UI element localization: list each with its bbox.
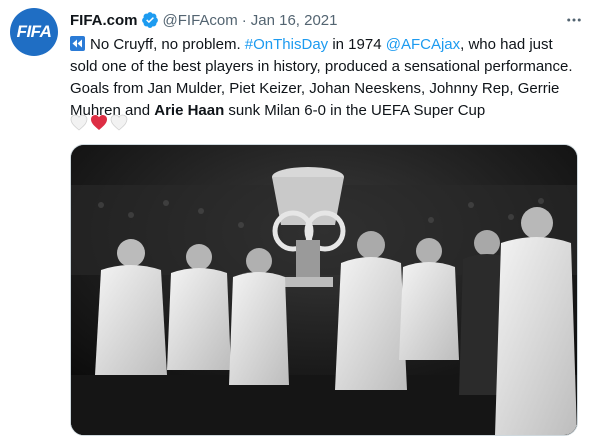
tweet-text-part-4: sunk Milan 6-0 in the UEFA Super Cup	[224, 102, 486, 119]
avatar[interactable]: FIFA	[10, 8, 58, 56]
white-heart-icon	[110, 114, 128, 131]
tweet[interactable]: FIFA FIFA.com @FIFAcom · Jan 16, 2021 No…	[0, 0, 598, 438]
photo-illustration	[71, 145, 577, 435]
avatar-text: FIFA	[16, 22, 52, 41]
tweet-photo[interactable]	[70, 144, 578, 436]
display-name[interactable]: FIFA.com	[70, 12, 138, 29]
tweet-text: No Cruyff, no problem. #OnThisDay in 197…	[70, 34, 580, 122]
rewind-emoji-icon	[70, 36, 85, 51]
tweet-header: FIFA.com @FIFAcom · Jan 16, 2021	[70, 10, 588, 30]
tweet-text-part-2: in 1974	[328, 36, 386, 53]
white-heart-icon	[70, 114, 88, 131]
verified-badge-icon	[141, 11, 159, 29]
tweet-date[interactable]: Jan 16, 2021	[251, 12, 338, 29]
more-dots-icon[interactable]	[562, 8, 586, 32]
tweet-text-bold: Arie Haan	[154, 102, 225, 119]
handle[interactable]: @FIFAcom	[163, 12, 238, 29]
emoji-row	[70, 114, 128, 134]
tweet-text-part-1: No Cruyff, no problem.	[90, 36, 245, 53]
separator-dot: ·	[241, 11, 247, 29]
hashtag-link[interactable]: #OnThisDay	[245, 36, 328, 53]
mention-link[interactable]: @AFCAjax	[386, 36, 460, 53]
red-heart-icon	[91, 115, 107, 130]
